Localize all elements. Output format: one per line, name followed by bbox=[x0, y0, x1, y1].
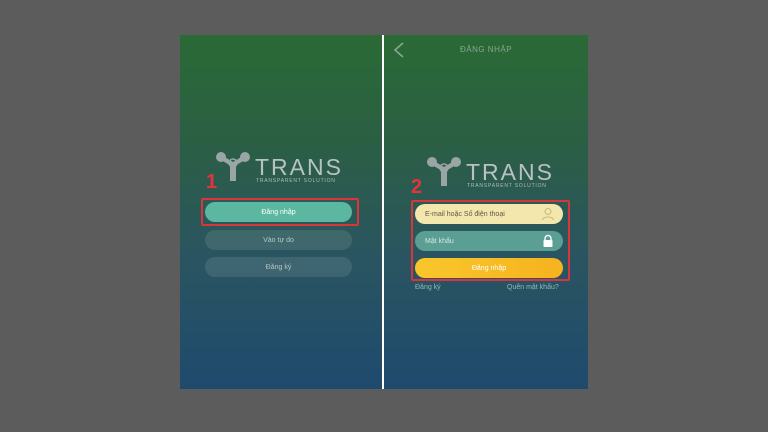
logo-wordmark: TRANS bbox=[466, 158, 554, 185]
page-title: ĐĂNG NHẬP bbox=[459, 45, 513, 54]
trans-logo: TRANS TRANSPARENT SOLUTION bbox=[424, 156, 554, 189]
logo-tagline: TRANSPARENT SOLUTION bbox=[467, 183, 547, 189]
register-link[interactable]: Đăng ký bbox=[415, 284, 441, 291]
logo-tagline: TRANSPARENT SOLUTION bbox=[256, 178, 336, 184]
trans-logo: TRANS TRANSPARENT SOLUTION bbox=[213, 151, 343, 184]
trans-logo-icon bbox=[427, 157, 461, 186]
logo-wordmark: TRANS bbox=[255, 153, 343, 180]
step-2-label: 2 bbox=[411, 176, 423, 198]
trans-logo-icon bbox=[216, 152, 250, 181]
register-button[interactable]: Đăng ký bbox=[205, 257, 352, 277]
step-1-label: 1 bbox=[206, 171, 218, 193]
step-1-highlight bbox=[201, 198, 359, 226]
forgot-password-link[interactable]: Quên mật khẩu? bbox=[507, 284, 559, 291]
guest-button[interactable]: Vào tự do bbox=[205, 230, 352, 250]
step-2-highlight bbox=[411, 200, 570, 281]
